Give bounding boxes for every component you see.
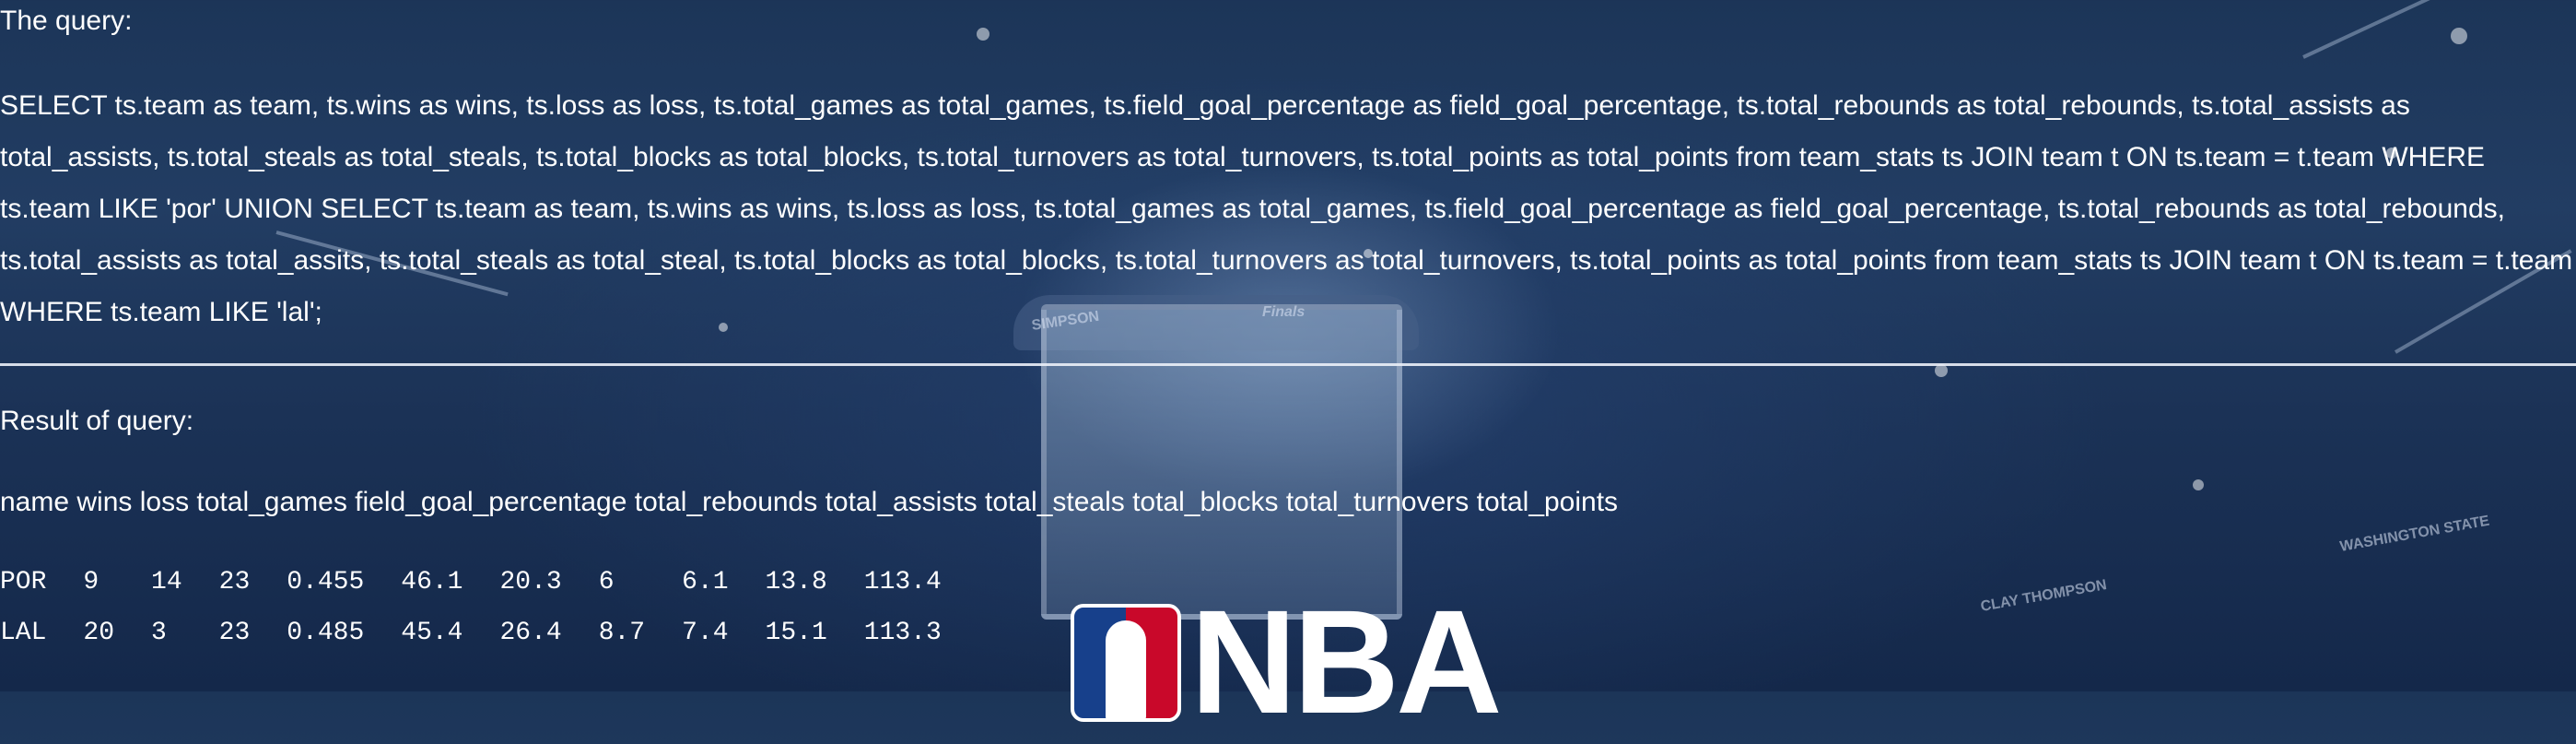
jumbotron [1041, 304, 1402, 620]
cell-name: LAL [0, 619, 47, 647]
cell-total-rebounds: 46.1 [401, 568, 463, 596]
cell-total-games: 23 [218, 619, 251, 647]
cell-total-steals: 8.7 [598, 619, 646, 647]
nba-logo-icon [1071, 604, 1181, 722]
cell-total-points: 113.4 [863, 568, 942, 596]
query-text: SELECT ts.team as team, ts.wins as wins,… [0, 90, 2573, 327]
light-dot [977, 28, 989, 41]
cell-total-blocks: 6.1 [682, 568, 729, 596]
cell-wins: 20 [83, 619, 115, 647]
cell-total-assists: 26.4 [499, 619, 562, 647]
cell-total-steals: 6 [598, 568, 615, 596]
result-table: POR 9 14 23 0.455 46.1 20.3 6 6.1 13.8 1… [0, 567, 978, 668]
cell-total-rebounds: 45.4 [401, 619, 463, 647]
result-label: Result of query: [0, 406, 194, 436]
banner-text-washington: WASHINGTON STATE [2338, 513, 2491, 555]
cell-wins: 9 [83, 568, 100, 596]
cell-total-points: 113.3 [863, 619, 942, 647]
section-divider [0, 363, 2576, 366]
light-dot [2193, 479, 2204, 490]
cell-total-games: 23 [218, 568, 251, 596]
cell-loss: 3 [151, 619, 167, 647]
result-columns-line: name wins loss total_games field_goal_pe… [0, 487, 1619, 517]
query-label: The query: [0, 6, 133, 36]
table-row: LAL 20 3 23 0.485 45.4 26.4 8.7 7.4 15.1… [0, 618, 978, 668]
cell-name: POR [0, 568, 47, 596]
nba-silhouette-icon [1106, 620, 1146, 718]
cell-total-assists: 20.3 [499, 568, 562, 596]
cell-loss: 14 [151, 568, 182, 596]
cell-field-goal-percentage: 0.485 [287, 619, 365, 647]
cell-field-goal-percentage: 0.455 [287, 568, 365, 596]
light-streak [2302, 0, 2555, 59]
cell-total-turnovers: 15.1 [765, 619, 827, 647]
banner-text-thompson: CLAY THOMPSON [1979, 577, 2108, 615]
light-dot [1935, 364, 1948, 377]
cell-total-turnovers: 13.8 [765, 568, 827, 596]
light-dot [2451, 28, 2467, 44]
cell-total-blocks: 7.4 [682, 619, 729, 647]
table-row: POR 9 14 23 0.455 46.1 20.3 6 6.1 13.8 1… [0, 567, 978, 618]
nba-logo-text: NBA [1190, 579, 1503, 744]
